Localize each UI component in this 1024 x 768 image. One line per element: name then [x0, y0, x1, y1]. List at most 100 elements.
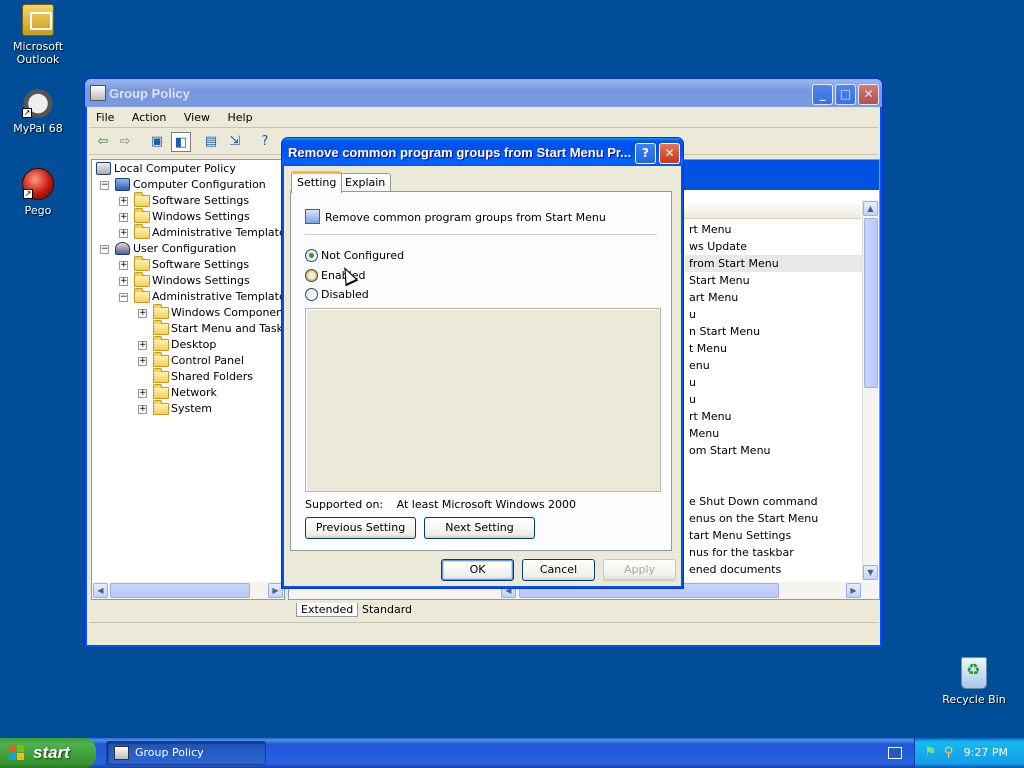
list-item[interactable]: u — [689, 374, 696, 391]
desktop-icon-mypal[interactable]: ↗ MyPal 68 — [0, 86, 76, 135]
next-setting-button[interactable]: Next Setting — [424, 517, 535, 539]
forward-arrow-icon[interactable]: ⇨ — [115, 132, 135, 152]
list-item[interactable]: art Menu — [689, 289, 738, 306]
expand-icon[interactable]: + — [119, 213, 128, 222]
list-item[interactable]: enu — [689, 357, 710, 374]
start-button[interactable]: start — [0, 738, 96, 768]
desktop-icon-label: Recycle Bin — [942, 693, 1006, 706]
windows-logo-icon — [9, 745, 25, 761]
shortcut-arrow-icon: ↗ — [23, 189, 33, 199]
apply-button[interactable]: Apply — [603, 559, 676, 581]
folder-icon — [134, 224, 150, 239]
list-item[interactable]: t Menu — [689, 340, 727, 357]
scroll-down-icon[interactable]: ▼ — [863, 565, 878, 580]
expand-icon[interactable]: + — [119, 277, 128, 286]
close-button[interactable]: ✕ — [858, 84, 879, 105]
system-tray: ⚑ ⚲ 9:27 PM — [914, 738, 1024, 768]
start-label: start — [33, 743, 70, 762]
tab-standard[interactable]: Standard — [362, 603, 412, 616]
desktop-icon-recycle-bin[interactable]: Recycle Bin — [936, 657, 1012, 706]
tree-horizontal-scrollbar[interactable]: ◀ ▶ — [92, 582, 284, 599]
list-item-selected[interactable]: from Start Menu — [685, 255, 865, 272]
cancel-button[interactable]: Cancel — [522, 559, 595, 581]
close-button[interactable]: ✕ — [659, 143, 680, 164]
collapse-icon[interactable]: − — [100, 245, 109, 254]
list-item[interactable]: enus on the Start Menu — [689, 510, 818, 527]
list-item[interactable]: u — [689, 391, 696, 408]
scroll-thumb[interactable] — [110, 583, 250, 598]
list-item[interactable]: nus for the taskbar — [689, 544, 794, 561]
group-policy-app-icon — [114, 746, 129, 760]
list-item[interactable]: tart Menu Settings — [689, 527, 791, 544]
outlook-icon — [22, 4, 54, 36]
folder-icon — [134, 272, 150, 287]
expand-icon[interactable]: + — [119, 229, 128, 238]
list-item[interactable]: n Start Menu — [689, 323, 760, 340]
taskbar-button-group-policy[interactable]: Group Policy — [106, 741, 266, 765]
help-button[interactable]: ? — [635, 143, 656, 164]
scroll-thumb[interactable] — [864, 218, 878, 388]
list-item[interactable]: rt Menu — [689, 408, 732, 425]
list-item[interactable]: u — [689, 306, 696, 323]
scroll-right-icon[interactable]: ▶ — [846, 583, 861, 598]
policy-properties-dialog: Remove common program groups from Start … — [281, 137, 684, 589]
desktop-icon-outlook[interactable]: Microsoft Outlook — [0, 4, 76, 66]
group-policy-titlebar[interactable]: Group Policy _ □ ✕ — [85, 79, 882, 107]
expand-icon[interactable]: + — [138, 405, 147, 414]
menu-bar: File Action View Help — [89, 108, 878, 128]
dialog-titlebar[interactable]: Remove common program groups from Start … — [282, 138, 683, 166]
policy-tree: Local Computer Policy − Computer Configu… — [91, 159, 285, 600]
tab-setting[interactable]: Setting — [291, 171, 343, 193]
folder-icon — [153, 384, 169, 399]
open-folder-icon — [153, 320, 169, 335]
expand-icon[interactable]: + — [138, 389, 147, 398]
collapse-icon[interactable]: − — [100, 181, 109, 190]
expand-icon[interactable]: + — [138, 357, 147, 366]
expand-icon[interactable]: + — [138, 341, 147, 350]
minimize-button[interactable]: _ — [812, 84, 833, 105]
properties-icon[interactable]: ▤ — [201, 132, 221, 152]
radio-selected-icon — [305, 249, 318, 262]
expand-icon[interactable]: + — [138, 309, 147, 318]
scroll-left-icon[interactable]: ◀ — [93, 583, 108, 598]
setting-panel: Remove common program groups from Start … — [290, 191, 672, 551]
keyboard-icon[interactable] — [888, 747, 902, 759]
menu-view[interactable]: View — [177, 108, 217, 127]
list-item[interactable]: Menu — [689, 425, 719, 442]
help-icon[interactable]: ? — [255, 132, 275, 152]
menu-file[interactable]: File — [89, 108, 121, 127]
tab-extended[interactable]: Extended — [296, 603, 359, 617]
list-item[interactable]: e Shut Down command — [689, 493, 818, 510]
scroll-up-icon[interactable]: ▲ — [863, 201, 878, 216]
ok-button[interactable]: OK — [441, 559, 514, 581]
list-item[interactable]: rt Menu — [689, 221, 732, 238]
show-hide-tree-icon[interactable]: ◧ — [171, 132, 191, 152]
supported-label: Supported on: — [305, 498, 384, 511]
list-item[interactable]: ws Update — [689, 238, 747, 255]
desktop-icon-pego[interactable]: ↗ Pego — [0, 168, 76, 217]
tab-explain[interactable]: Explain — [339, 173, 392, 192]
menu-help[interactable]: Help — [220, 108, 259, 127]
collapse-icon[interactable]: − — [119, 293, 128, 302]
expand-icon[interactable]: + — [119, 197, 128, 206]
list-item[interactable]: om Start Menu — [689, 442, 771, 459]
folder-icon — [134, 256, 150, 271]
list-item[interactable]: ened documents — [689, 561, 781, 578]
network-icon[interactable]: ⚑ — [923, 745, 938, 760]
folder-icon — [134, 288, 150, 303]
list-item[interactable]: Start Menu — [689, 272, 750, 289]
desktop-icon-label: MyPal 68 — [13, 122, 63, 135]
pego-icon: ↗ — [22, 168, 54, 200]
supported-on: Supported on: At least Microsoft Windows… — [305, 498, 576, 511]
back-arrow-icon[interactable]: ⇦ — [93, 132, 113, 152]
previous-setting-button[interactable]: Previous Setting — [305, 517, 416, 539]
expand-icon[interactable]: + — [119, 261, 128, 270]
list-vertical-scrollbar[interactable]: ▲ ▼ — [862, 200, 879, 581]
menu-action[interactable]: Action — [125, 108, 173, 127]
policy-icon — [305, 209, 320, 224]
search-icon[interactable]: ⚲ — [941, 745, 956, 760]
up-folder-icon[interactable]: ▣ — [147, 132, 167, 152]
export-list-icon[interactable]: ⇲ — [225, 132, 245, 152]
maximize-button[interactable]: □ — [835, 84, 856, 105]
clock[interactable]: 9:27 PM — [964, 746, 1008, 759]
